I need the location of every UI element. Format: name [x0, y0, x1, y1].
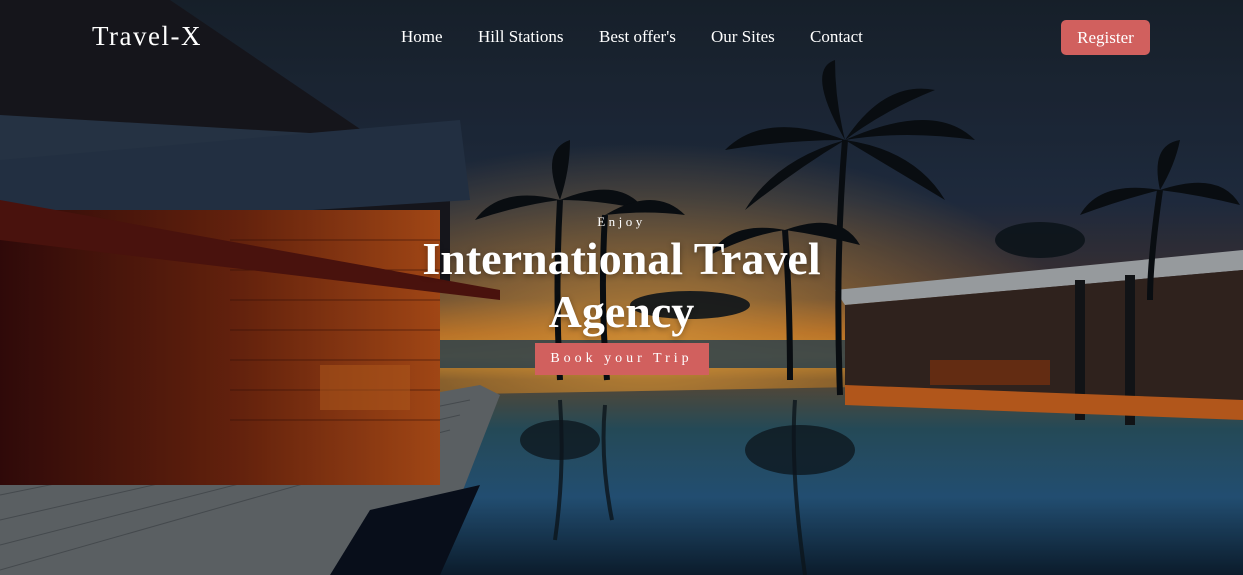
- hero-headline-line2: Agency: [548, 286, 695, 337]
- top-navbar: Travel-X Home Hill Stations Best offer's…: [0, 0, 1243, 76]
- register-button[interactable]: Register: [1061, 20, 1150, 55]
- hero-headline-line1: International Travel: [422, 233, 821, 284]
- hero-headline: International Travel Agency: [0, 232, 1243, 338]
- nav-link-our-sites[interactable]: Our Sites: [711, 27, 775, 47]
- nav-link-home[interactable]: Home: [401, 27, 443, 47]
- nav-link-contact[interactable]: Contact: [810, 27, 863, 47]
- brand-logo[interactable]: Travel-X: [92, 21, 202, 52]
- hero-eyebrow: Enjoy: [597, 214, 646, 229]
- book-trip-button[interactable]: Book your Trip: [534, 343, 709, 375]
- hero-content: Enjoy International Travel Agency Book y…: [0, 214, 1243, 375]
- nav-link-hill-stations[interactable]: Hill Stations: [478, 27, 563, 47]
- nav-link-best-offers[interactable]: Best offer's: [599, 27, 676, 47]
